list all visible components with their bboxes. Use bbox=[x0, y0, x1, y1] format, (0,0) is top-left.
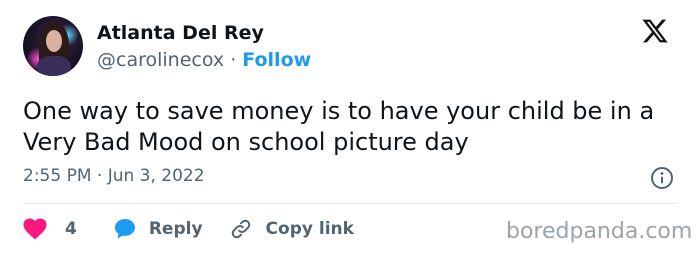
like-button[interactable]: 4 bbox=[23, 218, 77, 240]
link-icon bbox=[231, 219, 250, 239]
tweet-card: Atlanta Del Rey @carolinecox · Follow On… bbox=[0, 0, 700, 256]
tweet-text: One way to save money is to have your ch… bbox=[23, 97, 655, 156]
info-icon[interactable] bbox=[650, 166, 674, 190]
author-name[interactable]: Atlanta Del Rey bbox=[97, 22, 264, 44]
avatar[interactable] bbox=[23, 16, 83, 76]
watermark: boredpanda.com bbox=[506, 219, 693, 244]
divider bbox=[23, 203, 677, 204]
x-logo-icon[interactable] bbox=[640, 17, 670, 45]
reply-label: Reply bbox=[148, 219, 203, 239]
tweet-timestamp[interactable]: 2:55 PM · Jun 3, 2022 bbox=[23, 166, 205, 186]
separator-dot: · bbox=[230, 49, 237, 71]
like-count: 4 bbox=[65, 219, 77, 239]
action-bar: 4 Reply Copy link bbox=[23, 214, 354, 244]
reply-button[interactable]: Reply bbox=[113, 217, 203, 241]
follow-button[interactable]: Follow bbox=[242, 49, 311, 71]
copy-link-button[interactable]: Copy link bbox=[229, 217, 354, 241]
author-handle[interactable]: @carolinecox bbox=[97, 49, 224, 71]
heart-icon bbox=[23, 218, 47, 240]
author-handle-line: @carolinecox · Follow bbox=[97, 49, 311, 71]
copy-link-label: Copy link bbox=[265, 219, 354, 239]
speech-bubble-icon bbox=[114, 219, 135, 239]
